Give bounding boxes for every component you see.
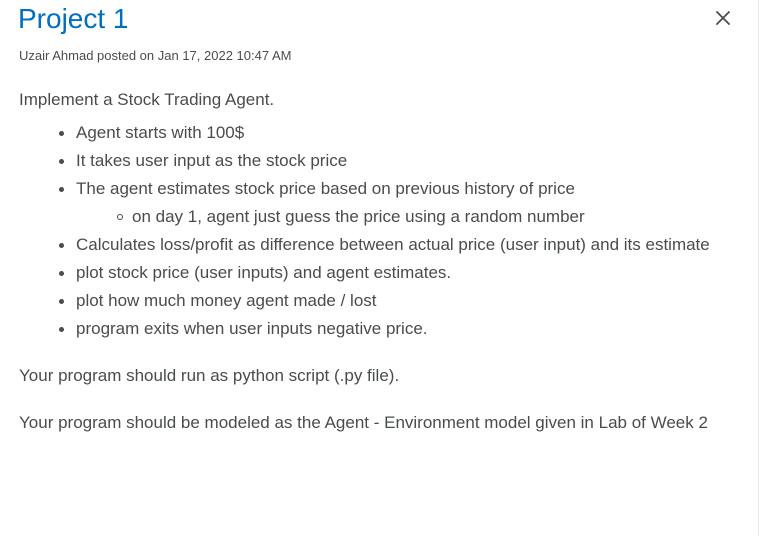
close-icon [716, 11, 730, 25]
close-button[interactable] [708, 3, 738, 33]
list-item: The agent estimates stock price based on… [59, 175, 729, 231]
post-content: Implement a Stock Trading Agent. Agent s… [19, 86, 729, 437]
sub-list-item: on day 1, agent just guess the price usi… [117, 203, 729, 231]
list-item: plot stock price (user inputs) and agent… [59, 259, 729, 287]
list-item: program exits when user inputs negative … [59, 315, 729, 343]
sub-list: on day 1, agent just guess the price usi… [76, 203, 729, 231]
paragraph: Your program should run as python script… [19, 366, 400, 385]
paragraph: Your program should be modeled as the Ag… [19, 413, 708, 432]
list-item: It takes user input as the stock price [59, 147, 729, 175]
requirements-list: Agent starts with 100$ It takes user inp… [19, 119, 729, 343]
list-item: Calculates loss/profit as difference bet… [59, 231, 729, 259]
list-item-text: The agent estimates stock price based on… [76, 179, 575, 198]
intro-text: Implement a Stock Trading Agent. [19, 90, 275, 109]
post-meta: Uzair Ahmad posted on Jan 17, 2022 10:47… [19, 48, 292, 63]
list-item: plot how much money agent made / lost [59, 287, 729, 315]
page-title: Project 1 [18, 3, 129, 34]
list-item: Agent starts with 100$ [59, 119, 729, 147]
